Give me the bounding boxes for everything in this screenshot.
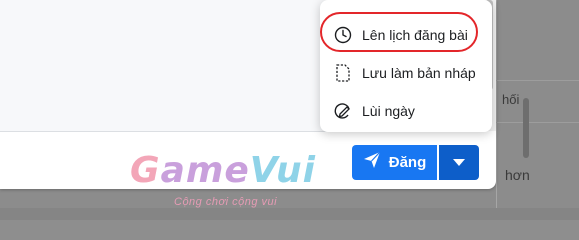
background-separator: [496, 80, 579, 81]
background-text: hơn: [505, 167, 530, 183]
highlight-annotation: [320, 12, 478, 52]
watermark-tagline: Cộng chơi cộng vui: [174, 196, 278, 208]
background-separator: [496, 122, 579, 123]
backdate-icon: [332, 100, 354, 122]
menu-item-backdate[interactable]: Lùi ngày: [328, 96, 486, 126]
menu-item-label: Lưu làm bản nháp: [362, 65, 476, 81]
menu-item-save-draft[interactable]: Lưu làm bản nháp: [328, 58, 486, 88]
document-icon: [332, 62, 354, 84]
caret-down-icon: [453, 154, 465, 172]
background-scrollbar: [523, 98, 529, 158]
background-text: hối: [502, 92, 520, 107]
background-divider: [496, 0, 497, 220]
publish-button[interactable]: Đăng: [352, 145, 437, 180]
gamevui-watermark: GameVui Cộng chơi cộng vui: [130, 150, 315, 212]
send-icon: [363, 151, 381, 174]
publish-options-button[interactable]: [439, 145, 479, 180]
create-post-dialog: ▼ Lên lịch đăng bài Lưu làm bản nháp Lùi…: [0, 0, 496, 208]
watermark-logo: GameVui: [130, 150, 317, 191]
publish-button-label: Đăng: [388, 154, 427, 171]
menu-item-label: Lùi ngày: [362, 103, 415, 119]
